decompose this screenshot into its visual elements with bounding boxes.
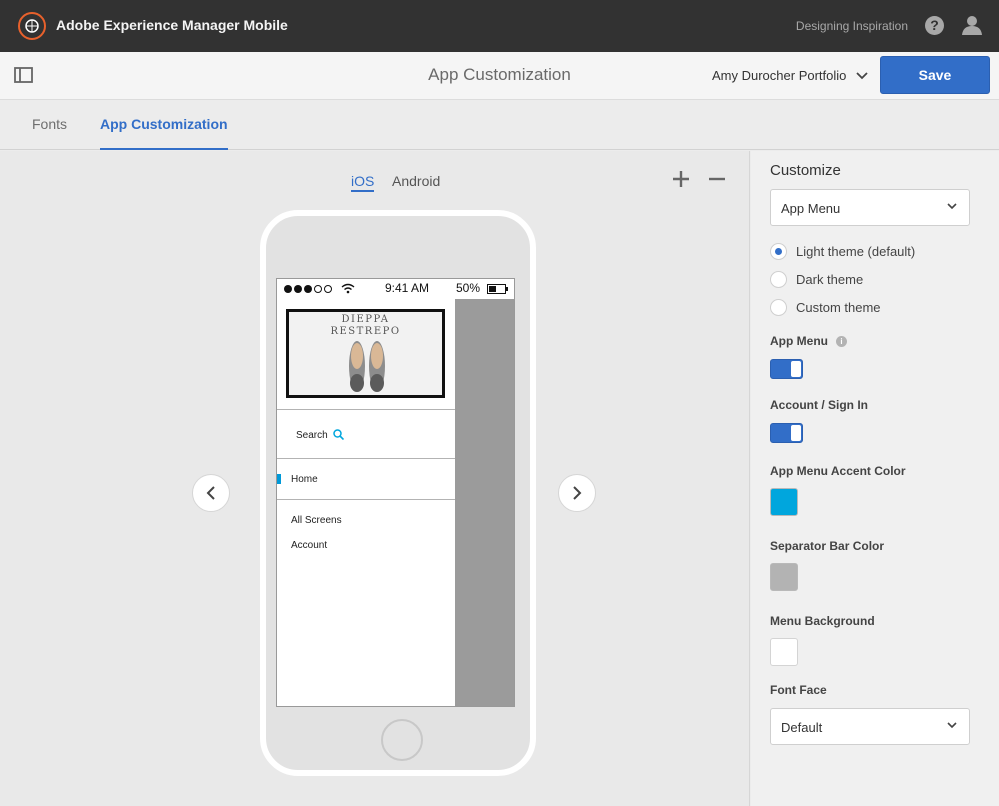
- project-selector[interactable]: Amy Durocher Portfolio: [712, 68, 869, 83]
- radio-dot: [770, 243, 787, 260]
- previous-screen-button[interactable]: [192, 474, 230, 512]
- status-time: 9:41 AM: [385, 281, 430, 295]
- chevron-right-icon: [573, 486, 582, 500]
- account-sign-in-label: Account / Sign In: [770, 398, 868, 412]
- section-select-value: App Menu: [781, 201, 841, 216]
- theme-radio-dark[interactable]: Dark theme: [770, 271, 863, 288]
- menu-item-home[interactable]: Home: [291, 474, 318, 485]
- home-accent-bar: [277, 474, 281, 484]
- menu-search[interactable]: Search: [296, 429, 345, 441]
- chevron-down-icon: [856, 71, 869, 79]
- project-name: Amy Durocher Portfolio: [712, 68, 847, 83]
- app-title: Adobe Experience Manager Mobile: [56, 17, 288, 33]
- font-face-select[interactable]: Default: [770, 708, 970, 745]
- toggle-knob: [791, 425, 801, 441]
- next-screen-button[interactable]: [558, 474, 596, 512]
- wifi-icon: [341, 283, 355, 294]
- header-bar: App Customization Amy Durocher Portfolio…: [0, 52, 999, 100]
- sidebar-toggle-icon[interactable]: [14, 67, 33, 83]
- hero-text-line1: DIEPPA: [341, 314, 390, 325]
- theme-radio-custom[interactable]: Custom theme: [770, 299, 881, 316]
- menu-search-label: Search: [296, 430, 328, 441]
- menu-background-label: Menu Background: [770, 614, 875, 628]
- separator-color-swatch[interactable]: [770, 563, 798, 591]
- font-face-value: Default: [781, 720, 823, 735]
- separator-color-label: Separator Bar Color: [770, 539, 885, 553]
- zoom-out-icon[interactable]: [706, 168, 728, 190]
- radio-dot: [770, 299, 787, 316]
- chevron-down-icon: [947, 203, 957, 210]
- toggle-knob: [791, 361, 801, 377]
- shoes-image-icon: [349, 341, 385, 392]
- accent-color-swatch[interactable]: [770, 488, 798, 516]
- tab-fonts[interactable]: Fonts: [32, 116, 67, 150]
- menu-item-all-screens[interactable]: All Screens: [291, 515, 342, 526]
- chevron-left-icon: [206, 486, 215, 500]
- phone-screen: 9:41 AM 50% DIEPPA RESTREPO Search Home …: [276, 278, 515, 707]
- app-menu-label: App Menu i: [770, 334, 847, 348]
- preview-canvas: iOS Android 9:41 AM 50% DIEPPA RESTREPO …: [0, 151, 750, 806]
- os-toggle-ios[interactable]: iOS: [351, 173, 375, 192]
- menu-item-account[interactable]: Account: [291, 540, 327, 551]
- chevron-down-icon: [947, 722, 957, 729]
- font-face-label: Font Face: [770, 683, 827, 697]
- menu-separator: [277, 458, 455, 459]
- phone-home-button[interactable]: [381, 719, 423, 761]
- panel-title: Customize: [770, 162, 841, 179]
- app-menu-toggle[interactable]: [770, 359, 803, 379]
- customize-panel: Customize App Menu Light theme (default)…: [751, 151, 999, 806]
- tab-bar: Fonts App Customization: [0, 100, 999, 150]
- menu-background-swatch[interactable]: [770, 638, 798, 666]
- user-profile-icon[interactable]: [962, 15, 982, 35]
- radio-dot: [770, 271, 787, 288]
- app-menu-panel: DIEPPA RESTREPO Search Home All Screens …: [277, 299, 455, 706]
- theme-radio-label: Light theme (default): [796, 244, 916, 259]
- hero-text-line2: RESTREPO: [330, 326, 401, 337]
- help-icon[interactable]: ?: [925, 16, 944, 35]
- theme-radio-label: Custom theme: [796, 300, 881, 315]
- aem-logo-icon[interactable]: [18, 12, 46, 40]
- save-button[interactable]: Save: [880, 56, 990, 94]
- zoom-in-icon[interactable]: [670, 168, 692, 190]
- hero-banner-image: DIEPPA RESTREPO: [286, 309, 445, 398]
- menu-separator: [277, 409, 455, 410]
- accent-color-label: App Menu Accent Color: [770, 464, 906, 478]
- status-battery-percent: 50%: [456, 281, 481, 295]
- phone-mockup: 9:41 AM 50% DIEPPA RESTREPO Search Home …: [260, 210, 536, 776]
- tab-app-customization[interactable]: App Customization: [100, 116, 228, 150]
- org-switcher[interactable]: Designing Inspiration: [796, 19, 908, 33]
- battery-icon: [487, 284, 508, 294]
- menu-separator: [277, 499, 455, 500]
- app-menu-label-text: App Menu: [770, 334, 828, 348]
- signal-strength-icon: [284, 285, 332, 293]
- os-toggle-android[interactable]: Android: [392, 173, 440, 189]
- theme-radio-label: Dark theme: [796, 272, 864, 287]
- top-bar: Adobe Experience Manager Mobile Designin…: [0, 0, 999, 52]
- aem-logo-mark: [25, 19, 39, 33]
- theme-radio-light[interactable]: Light theme (default): [770, 243, 915, 260]
- info-icon[interactable]: i: [836, 336, 847, 347]
- account-sign-in-toggle[interactable]: [770, 423, 803, 443]
- search-icon: [333, 429, 345, 441]
- phone-status-bar: 9:41 AM 50%: [277, 279, 514, 299]
- section-select[interactable]: App Menu: [770, 189, 970, 226]
